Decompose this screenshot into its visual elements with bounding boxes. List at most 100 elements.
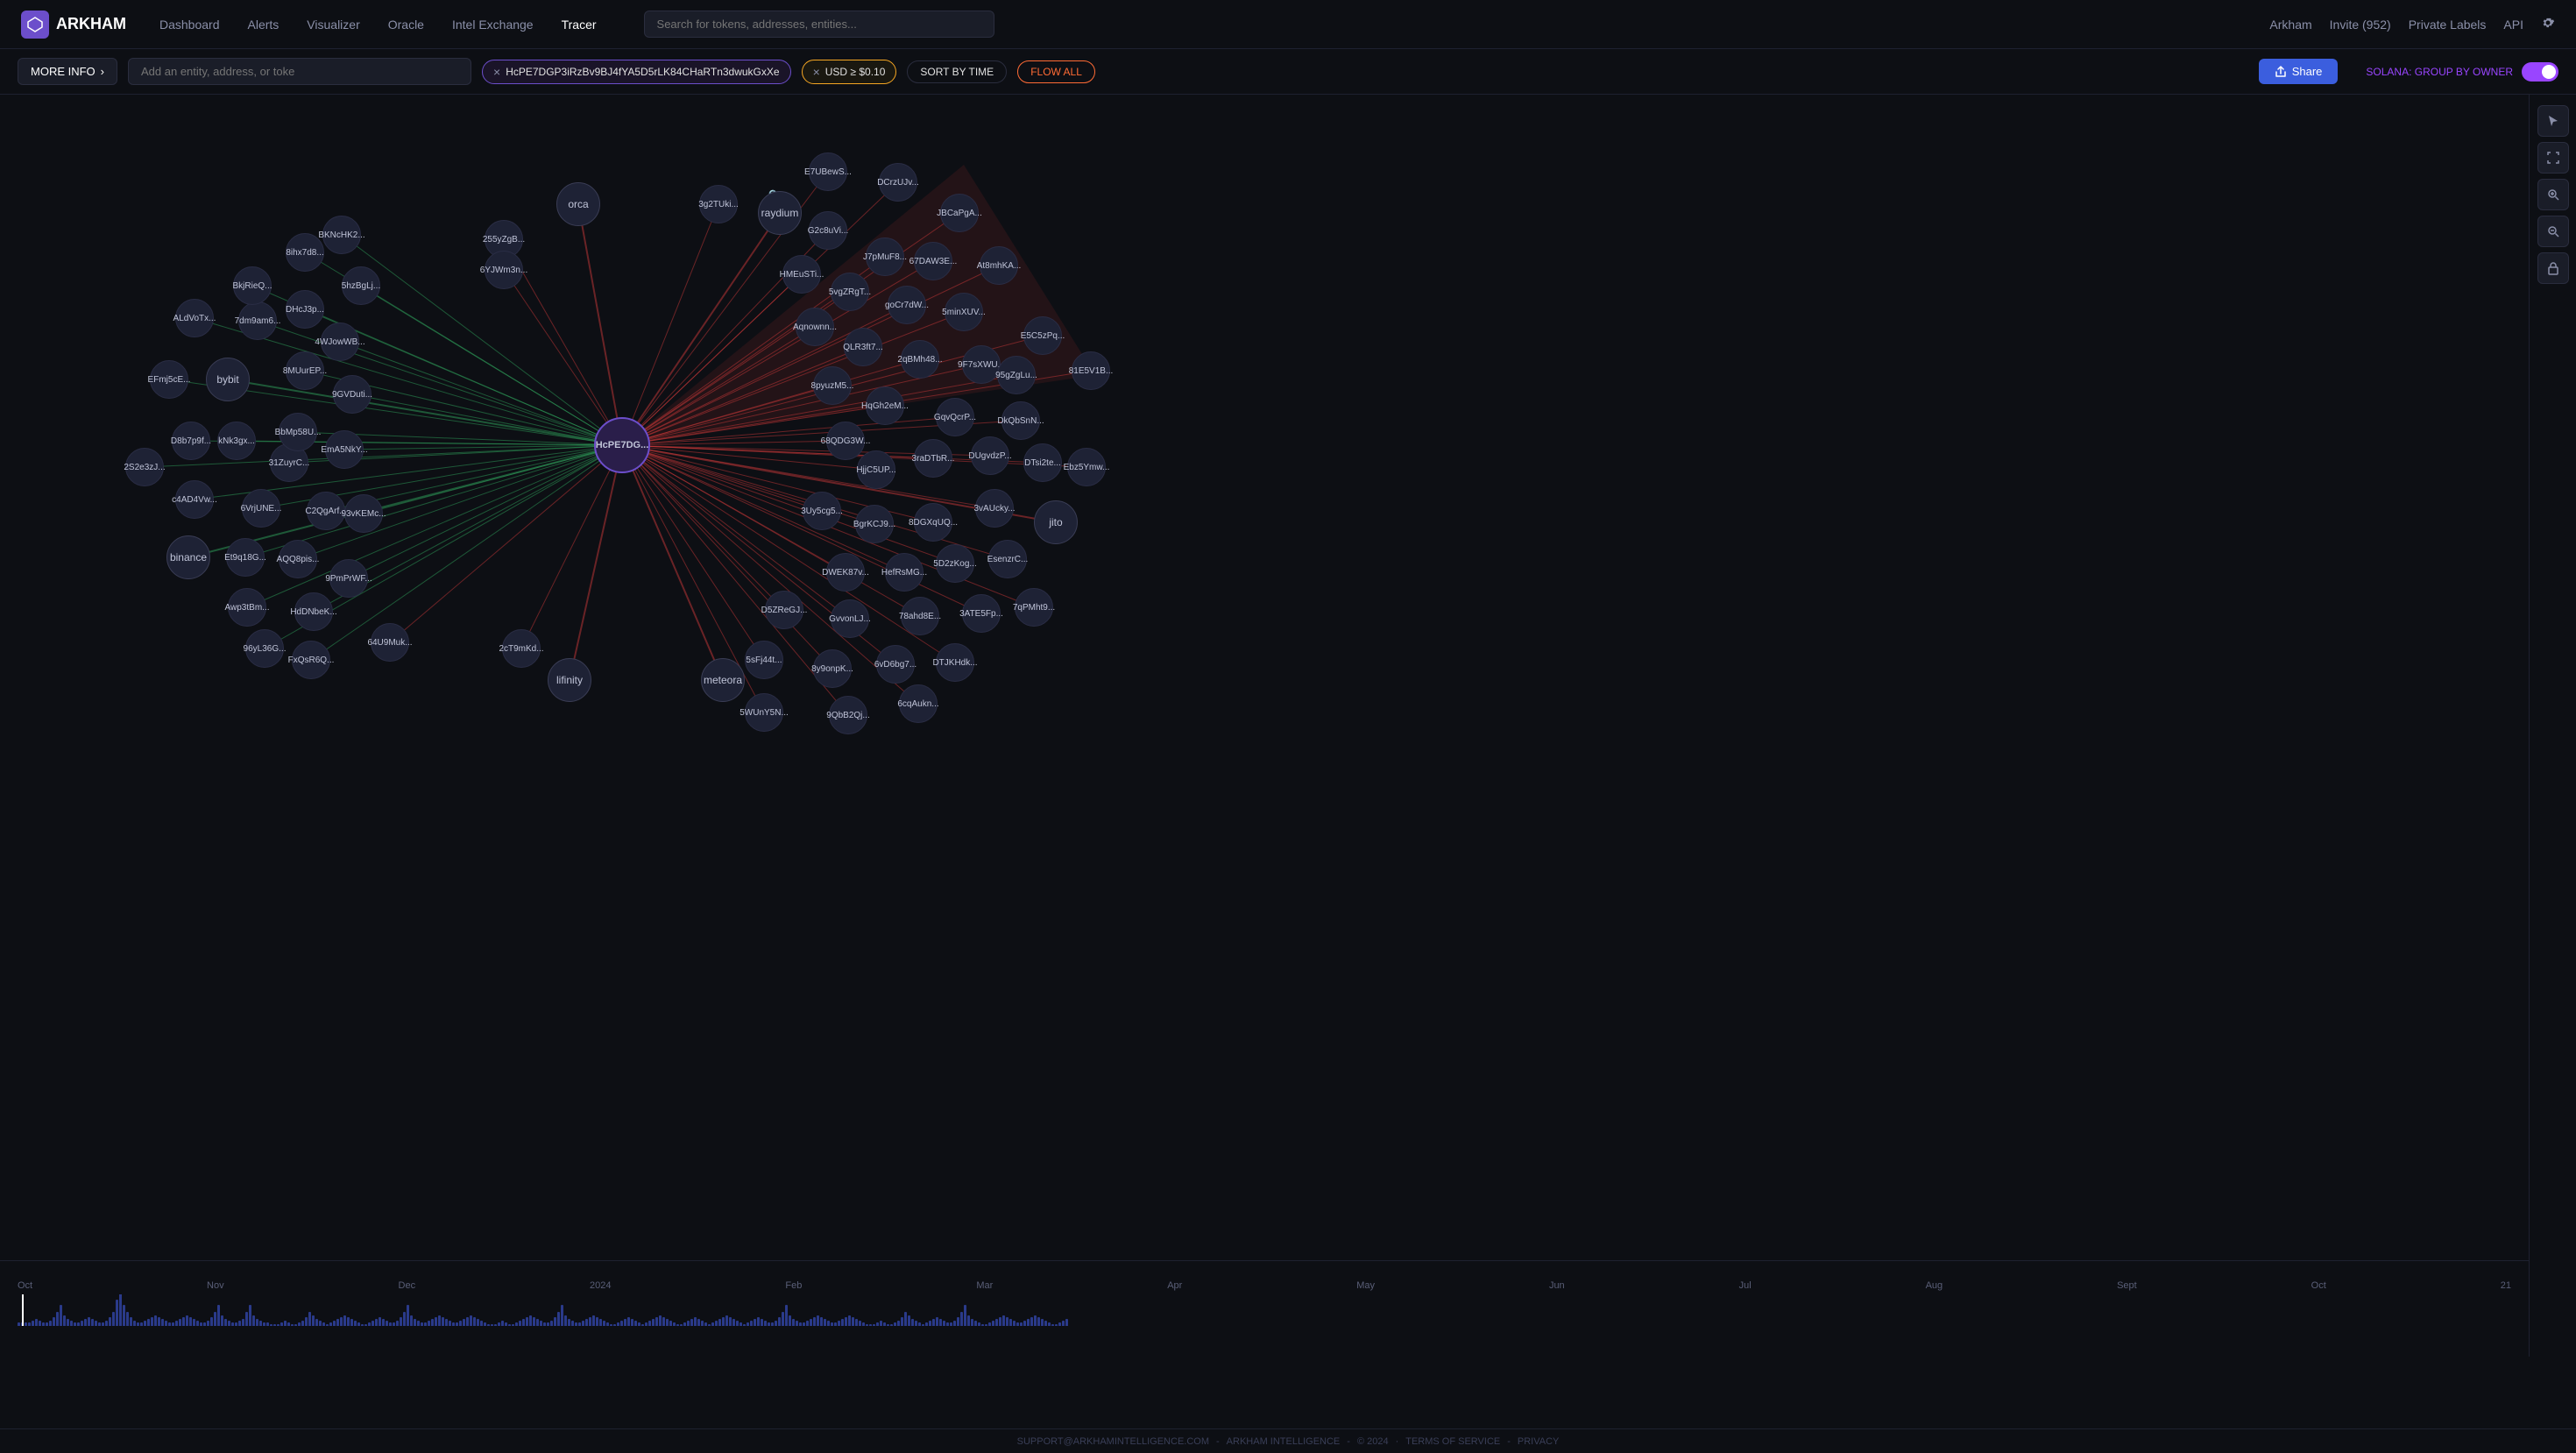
graph-node-HdDNbeK[interactable]: HdDNbeK...	[294, 592, 333, 631]
more-info-button[interactable]: MORE INFO ›	[18, 58, 117, 85]
entity-search-input[interactable]	[128, 58, 471, 85]
graph-node-HMEuSTi[interactable]: HMEuSTi...	[782, 255, 821, 294]
graph-node-5vgZRgT[interactable]: 5vgZRgT...	[831, 273, 869, 311]
graph-node-68QDG3W[interactable]: 68QDG3W...	[826, 422, 865, 460]
graph-node-c4AD4Vw[interactable]: c4AD4Vw...	[175, 480, 214, 519]
nav-private-labels[interactable]: Private Labels	[2409, 18, 2487, 32]
graph-node-GvvonLJ[interactable]: GvvonLJ...	[831, 599, 869, 638]
fullscreen-button[interactable]	[2537, 142, 2569, 174]
nav-search-input[interactable]	[644, 11, 994, 38]
graph-node-2S2e3zJ[interactable]: 2S2e3zJ...	[125, 448, 164, 486]
graph-node-EFmj5cE[interactable]: EFmj5cE...	[150, 360, 188, 399]
graph-node-ALdVoTx[interactable]: ALdVoTx...	[175, 299, 214, 337]
graph-node-BbMp58U[interactable]: BbMp58U...	[279, 413, 317, 451]
graph-node-95gZgLu[interactable]: 95gZgLu...	[997, 356, 1036, 394]
zoom-in-button[interactable]	[2537, 179, 2569, 210]
graph-node-DCrzUJv[interactable]: DCrzUJv...	[879, 163, 917, 202]
graph-node-78ahd8E[interactable]: 78ahd8E...	[901, 597, 939, 635]
graph-node-Ebz5Ymw[interactable]: Ebz5Ymw...	[1067, 448, 1106, 486]
graph-node-E5C5zPq[interactable]: E5C5zPq...	[1023, 316, 1062, 355]
graph-node-DWEK87v[interactable]: DWEK87v...	[826, 553, 865, 592]
nav-settings[interactable]	[2541, 16, 2555, 32]
zoom-out-button[interactable]	[2537, 216, 2569, 247]
graph-node-9GVDuti[interactable]: 9GVDuti...	[333, 375, 372, 414]
nav-invite-link[interactable]: Invite (952)	[2330, 18, 2391, 32]
graph-node-81E5V1B[interactable]: 81E5V1B...	[1072, 351, 1110, 390]
graph-node-3vAUcky[interactable]: 3vAUcky...	[975, 489, 1014, 528]
graph-node-64U9Muk[interactable]: 64U9Muk...	[371, 623, 409, 662]
graph-node-2qBMh48[interactable]: 2qBMh48...	[901, 340, 939, 379]
graph-node-G2c8uVi[interactable]: G2c8uVi...	[809, 211, 847, 250]
graph-node-Aqnownn[interactable]: Aqnownn...	[796, 308, 834, 346]
nav-api[interactable]: API	[2503, 18, 2523, 32]
graph-node-DTJKHdk[interactable]: DTJKHdk...	[936, 643, 974, 682]
graph-node-3raDTbR[interactable]: 3raDTbR...	[914, 439, 952, 478]
graph-node-BKNcHK2[interactable]: BKNcHK2...	[322, 216, 361, 254]
graph-node-meteora[interactable]: meteora	[701, 658, 745, 702]
graph-node-8pyuzM5[interactable]: 8pyuzM5...	[813, 366, 852, 405]
nav-tracer[interactable]: Tracer	[560, 14, 598, 35]
graph-node-Awp3tBm[interactable]: Awp3tBm...	[228, 588, 266, 627]
graph-node-93vKEMc[interactable]: 93vKEMc...	[344, 494, 383, 533]
graph-node-6cqAukn[interactable]: 6cqAukn...	[899, 684, 938, 723]
graph-node-bybit[interactable]: bybit	[206, 358, 250, 401]
graph-node-FxQsR6Q[interactable]: FxQsR6Q...	[292, 641, 330, 679]
graph-node-8MUurEP[interactable]: 8MUurEP...	[286, 351, 324, 390]
graph-node-5WUnY5N[interactable]: 5WUnY5N...	[745, 693, 783, 732]
graph-node-HjjC5UP[interactable]: HjjC5UP...	[857, 450, 895, 489]
graph-node-raydium[interactable]: raydium	[758, 191, 802, 235]
graph-node-7dm9am6[interactable]: 7dm9am6...	[238, 301, 277, 340]
nav-dashboard[interactable]: Dashboard	[158, 14, 222, 35]
graph-node-Et9q18G[interactable]: Et9q18G...	[226, 538, 265, 577]
address-filter-close[interactable]: ×	[493, 65, 500, 79]
graph-node-5minXUV[interactable]: 5minXUV...	[945, 293, 983, 331]
graph-node-EmA5NkY[interactable]: EmA5NkY...	[325, 430, 364, 469]
graph-node-J7pMuF8[interactable]: J7pMuF8...	[866, 237, 904, 276]
solana-toggle[interactable]	[2522, 62, 2558, 82]
graph-node-DkQbSnN[interactable]: DkQbSnN...	[1001, 401, 1040, 440]
graph-node-3Uy5cg5[interactable]: 3Uy5cg5...	[803, 492, 841, 530]
graph-node-C2QgArf[interactable]: C2QgArf...	[307, 492, 345, 530]
graph-node-8DGXqUQ[interactable]: 8DGXqUQ...	[914, 503, 952, 542]
graph-node-96yL36G[interactable]: 96yL36G...	[245, 629, 284, 668]
usd-filter-close[interactable]: ×	[813, 65, 820, 79]
graph-node-goCr7dW[interactable]: goCr7dW...	[888, 286, 926, 324]
graph-node-7qPMht9[interactable]: 7qPMht9...	[1015, 588, 1053, 627]
graph-node-3ATE5Fp[interactable]: 3ATE5Fp...	[962, 594, 1001, 633]
graph-node-E7UBewS[interactable]: E7UBewS...	[809, 152, 847, 191]
graph-node-JBCaPgA[interactable]: JBCaPgA...	[940, 194, 979, 232]
graph-node-6VrjUNE[interactable]: 6VrjUNE...	[242, 489, 280, 528]
graph-node-jito[interactable]: jito	[1034, 500, 1078, 544]
app-logo[interactable]: ARKHAM	[21, 11, 126, 39]
graph-node-QLR3ft7[interactable]: QLR3ft7...	[844, 328, 882, 366]
share-button[interactable]: Share	[2259, 59, 2339, 84]
graph-node-4WJowWB[interactable]: 4WJowWB...	[321, 322, 359, 361]
graph-node-BgrKCJ9[interactable]: BgrKCJ9...	[855, 505, 894, 543]
nav-alerts[interactable]: Alerts	[246, 14, 281, 35]
timeline-bar-container[interactable]	[18, 1294, 2511, 1326]
graph-node-DHcJ3p[interactable]: DHcJ3p...	[286, 290, 324, 329]
graph-node-67DAW3E[interactable]: 67DAW3E...	[914, 242, 952, 280]
graph-node-GqvQcrP[interactable]: GqvQcrP...	[936, 398, 974, 436]
graph-node-DTsi2te[interactable]: DTsi2te...	[1023, 443, 1062, 482]
graph-node-DUgvdzP[interactable]: DUgvdzP...	[971, 436, 1009, 475]
usd-filter-tag[interactable]: × USD ≥ $0.10	[802, 60, 897, 84]
nav-intel-exchange[interactable]: Intel Exchange	[450, 14, 535, 35]
graph-node-6vD6bg7[interactable]: 6vD6bg7...	[876, 645, 915, 684]
nav-arkham-link[interactable]: Arkham	[2269, 18, 2311, 32]
address-filter-tag[interactable]: × HcPE7DGP3iRzBv9BJ4fYA5D5rLK84CHaRTn3dw…	[482, 60, 791, 84]
graph-node-5hzBgLj[interactable]: 5hzBgLj...	[342, 266, 380, 305]
graph-node-AQQ8pis[interactable]: AQQ8pis...	[279, 540, 317, 578]
graph-node-9PmPrWF[interactable]: 9PmPrWF...	[329, 559, 368, 598]
lock-button[interactable]	[2537, 252, 2569, 284]
graph-node-binance[interactable]: binance	[166, 535, 210, 579]
cursor-tool-button[interactable]	[2537, 105, 2569, 137]
graph-node-5D2zKog[interactable]: 5D2zKog...	[936, 544, 974, 583]
graph-node-3g2TUki[interactable]: 3g2TUki...	[699, 185, 738, 223]
graph-node-EsenzrNC[interactable]: EsenzrC...	[988, 540, 1027, 578]
flow-all-button[interactable]: FLOW ALL	[1017, 60, 1095, 83]
graph-node-BkjRieQ[interactable]: BkjRieQ...	[233, 266, 272, 305]
graph-node-6YJWm3n[interactable]: 6YJWm3n...	[485, 251, 523, 289]
graph-node-2cT9mKd[interactable]: 2cT9mKd...	[502, 629, 541, 668]
privacy-link[interactable]: PRIVACY	[1518, 1436, 1559, 1447]
